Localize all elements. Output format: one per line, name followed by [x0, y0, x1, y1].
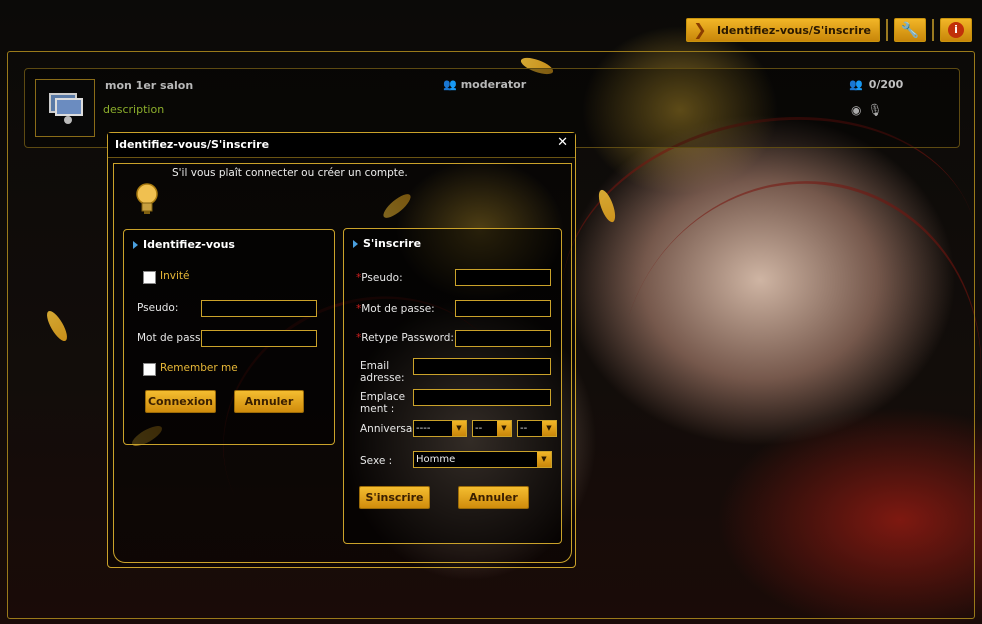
retype-password-label: *Retype Password:	[356, 332, 454, 344]
chevron-down-icon: ▼	[452, 421, 466, 436]
login-pseudo-input[interactable]	[201, 300, 317, 317]
remember-me-checkbox[interactable]	[143, 363, 156, 376]
register-pseudo-input[interactable]	[455, 269, 551, 286]
guest-checkbox[interactable]	[143, 271, 156, 284]
login-panel: Identifiez-vous Invité Pseudo: Mot de pa…	[123, 229, 335, 445]
email-input[interactable]	[413, 358, 551, 375]
connect-button[interactable]: Connexion	[145, 390, 216, 413]
room-moderator: 👥 moderator	[443, 78, 526, 91]
toolbar-divider	[886, 19, 888, 41]
moderator-label: moderator	[460, 78, 527, 91]
guest-label: Invité	[160, 270, 190, 282]
login-panel-title: Identifiez-vous	[133, 238, 235, 251]
dialog-intro-text: S'il vous plaît connecter ou créer un co…	[172, 167, 408, 179]
location-label: Emplace ment :	[360, 391, 406, 415]
register-pseudo-label: *Pseudo:	[356, 272, 403, 284]
chevron-down-icon: ▼	[542, 421, 556, 436]
info-icon: i	[948, 22, 964, 38]
birthday-day-select[interactable]: ---- ▼	[413, 420, 467, 437]
login-cancel-button[interactable]: Annuler	[234, 390, 304, 413]
register-title-label: S'inscrire	[363, 237, 422, 250]
lightbulb-icon	[136, 183, 158, 214]
login-pseudo-label: Pseudo:	[137, 302, 179, 314]
login-title-label: Identifiez-vous	[143, 238, 235, 251]
wrench-icon: 🔧	[900, 21, 920, 39]
room-icon	[35, 79, 95, 137]
webcam-icon: ◉	[851, 103, 862, 117]
room-name[interactable]: mon 1er salon	[105, 79, 193, 92]
retype-password-input[interactable]	[455, 330, 551, 347]
users-icon: 👥	[849, 78, 863, 91]
register-cancel-button[interactable]: Annuler	[458, 486, 529, 509]
toolbar-divider	[932, 19, 934, 41]
birthday-label: Anniversair	[360, 423, 420, 435]
register-panel: S'inscrire *Pseudo: *Mot de passe: *Rety…	[343, 228, 562, 544]
moderator-icon: 👥	[443, 78, 457, 91]
top-toolbar: ❯ Identifiez-vous/S'inscrire 🔧 i	[685, 17, 972, 43]
remember-me-label: Remember me	[160, 362, 238, 374]
dialog-title: Identifiez-vous/S'inscrire	[115, 138, 270, 151]
chevron-down-icon: ▼	[537, 452, 551, 467]
register-password-label: *Mot de passe:	[356, 303, 435, 315]
info-button[interactable]: i	[940, 18, 972, 42]
register-button[interactable]: S'inscrire	[359, 486, 430, 509]
room-features: ◉ 🎙	[851, 103, 883, 117]
register-password-input[interactable]	[455, 300, 551, 317]
chevron-right-icon: ❯	[693, 20, 707, 39]
close-icon[interactable]: ✕	[557, 135, 568, 150]
microphone-icon: 🎙	[867, 103, 883, 117]
login-register-label: Identifiez-vous/S'inscrire	[716, 23, 871, 37]
sex-label: Sexe :	[360, 455, 393, 467]
dialog-header[interactable]: Identifiez-vous/S'inscrire ✕	[108, 133, 575, 158]
user-count-value: 0/200	[868, 78, 904, 91]
email-label: Email adresse:	[360, 360, 405, 384]
login-password-label: Mot de passe	[137, 332, 207, 344]
login-register-dialog: Identifiez-vous/S'inscrire ✕ S'il vous p…	[107, 132, 576, 568]
birthday-month-select[interactable]: -- ▼	[472, 420, 512, 437]
room-user-count: 👥 0/200	[849, 78, 903, 91]
settings-button[interactable]: 🔧	[894, 18, 926, 42]
sex-select[interactable]: Homme ▼	[413, 451, 552, 468]
register-panel-title: S'inscrire	[353, 237, 421, 250]
login-password-input[interactable]	[201, 330, 317, 347]
triangle-right-icon	[353, 239, 358, 248]
triangle-right-icon	[133, 240, 138, 249]
dialog-body: S'il vous plaît connecter ou créer un co…	[113, 163, 572, 563]
chevron-down-icon: ▼	[497, 421, 511, 436]
birthday-year-select[interactable]: -- ▼	[517, 420, 557, 437]
location-input[interactable]	[413, 389, 551, 406]
login-register-button[interactable]: ❯ Identifiez-vous/S'inscrire	[685, 18, 880, 42]
room-description: description	[103, 103, 165, 116]
